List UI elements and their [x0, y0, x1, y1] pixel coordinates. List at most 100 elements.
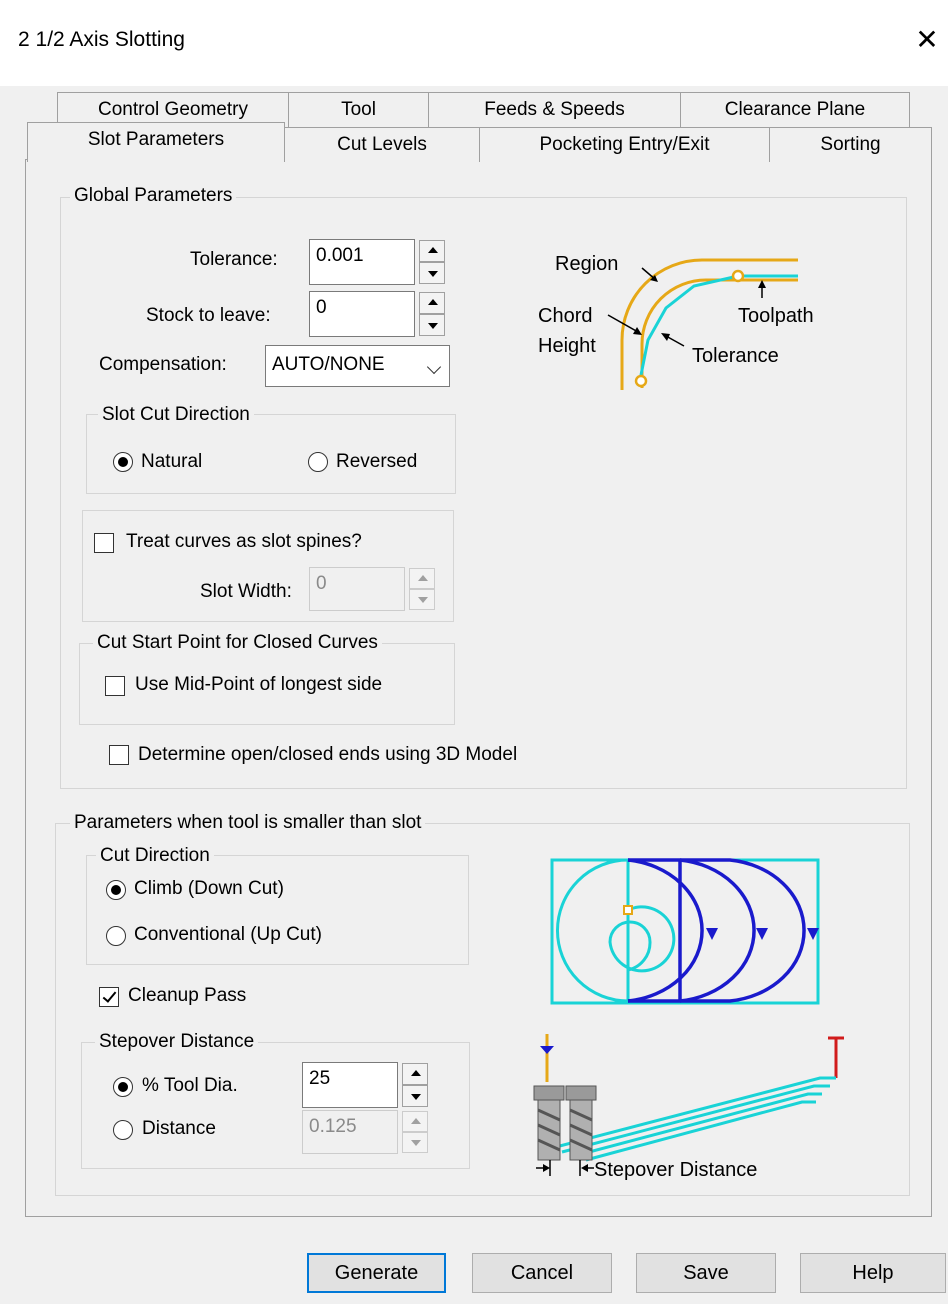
distance-label: Distance	[142, 1118, 216, 1139]
tolerance-arrow	[665, 335, 685, 347]
spin-down-button[interactable]	[402, 1085, 428, 1107]
tab-label: Control Geometry	[98, 99, 248, 120]
path-loop-1	[627, 858, 704, 1003]
start-point-marker	[623, 905, 633, 915]
climb-radio[interactable]	[106, 880, 126, 900]
tab-tool[interactable]: Tool	[288, 92, 429, 127]
mid-point-checkbox[interactable]	[105, 676, 125, 696]
cleanup-pass-label: Cleanup Pass	[128, 985, 247, 1006]
tab-feeds-speeds[interactable]: Feeds & Speeds	[428, 92, 681, 127]
tolerance-label: Tolerance:	[190, 249, 278, 270]
stepover-legend: Stepover Distance	[95, 1031, 259, 1053]
spin-down-button[interactable]	[419, 262, 445, 284]
chord-arrowhead	[633, 327, 642, 335]
chord-text: Chord	[538, 305, 592, 327]
tab-label: Feeds & Speeds	[484, 99, 625, 120]
stock-to-leave-spinner[interactable]	[419, 292, 445, 336]
close-icon[interactable]: ✕	[912, 22, 942, 58]
cleanup-pass-checkbox[interactable]	[99, 987, 119, 1007]
entry-spiral	[608, 905, 676, 973]
save-button[interactable]: Save	[636, 1253, 776, 1293]
stepover-caption: Stepover Distance	[594, 1159, 757, 1180]
cancel-button[interactable]: Cancel	[472, 1253, 612, 1293]
climb-label: Climb (Down Cut)	[134, 878, 284, 899]
tab-slot-parameters[interactable]: Slot Parameters	[27, 122, 285, 162]
treat-curves-checkbox[interactable]	[94, 533, 114, 553]
tab-clearance-plane[interactable]: Clearance Plane	[680, 92, 910, 127]
natural-label: Natural	[141, 451, 203, 472]
slot-width-spinner[interactable]	[409, 568, 435, 610]
tab-label: Tool	[341, 99, 376, 120]
conventional-radio[interactable]	[106, 926, 126, 946]
tab-sorting[interactable]: Sorting	[769, 127, 932, 162]
tab-label: Pocketing Entry/Exit	[539, 134, 710, 155]
stepover-diagram: Stepover Distance	[533, 1034, 844, 1180]
tool-icon-1	[533, 1085, 565, 1161]
slot-arc	[556, 858, 629, 1003]
stock-to-leave-label: Stock to leave:	[146, 305, 271, 326]
cut-direction-group	[86, 855, 469, 965]
tolerance-text: Tolerance	[692, 345, 779, 367]
distance-input[interactable]: 0.125	[302, 1110, 398, 1154]
mid-point-label: Use Mid-Point of longest side	[135, 674, 383, 695]
tool-approach-arrow	[540, 1046, 554, 1054]
slot-cut-direction-legend: Slot Cut Direction	[98, 404, 254, 426]
tool-dia-input[interactable]: 25	[302, 1062, 398, 1108]
determine-ends-checkbox[interactable]	[109, 745, 129, 765]
conventional-label: Conventional (Up Cut)	[134, 924, 322, 945]
window-title: 2 1/2 Axis Slotting	[18, 28, 185, 51]
cut-direction-legend: Cut Direction	[96, 845, 214, 867]
compensation-value: AUTO/NONE	[272, 354, 385, 375]
spin-up-button[interactable]	[419, 292, 445, 314]
tool-dia-radio[interactable]	[113, 1077, 133, 1097]
toolpath-end-marker	[634, 374, 648, 388]
height-text: Height	[538, 335, 596, 357]
toolpath-start-marker	[731, 269, 745, 283]
toolpath-text: Toolpath	[738, 305, 814, 327]
direction-arrow-2	[756, 928, 768, 940]
tolerance-spinner[interactable]	[419, 240, 445, 284]
tool-icon-2	[565, 1085, 597, 1161]
stepover-right-arrow	[581, 1164, 588, 1172]
tool-dia-spinner[interactable]	[402, 1063, 428, 1107]
tolerance-diagram: Region Toolpath Chord Height Tolerance	[538, 253, 814, 390]
spin-up-button[interactable]	[419, 240, 445, 262]
help-button[interactable]: Help	[800, 1253, 946, 1293]
chevron-down-icon	[426, 359, 442, 375]
compensation-label: Compensation:	[99, 354, 227, 375]
tab-label: Clearance Plane	[724, 99, 866, 120]
treat-curves-label: Treat curves as slot spines?	[126, 531, 362, 552]
tab-label: Sorting	[820, 134, 881, 155]
cut-start-point-legend: Cut Start Point for Closed Curves	[93, 632, 382, 654]
slot-path-diagram	[550, 858, 820, 1005]
generate-button[interactable]: Generate	[307, 1253, 446, 1293]
region-text: Region	[555, 253, 618, 275]
slot-width-label: Slot Width:	[200, 581, 292, 602]
stock-to-leave-input[interactable]: 0	[309, 291, 415, 337]
spin-up-button[interactable]	[402, 1111, 428, 1132]
tab-pocketing-entry-exit[interactable]: Pocketing Entry/Exit	[479, 127, 770, 162]
spin-down-button[interactable]	[402, 1132, 428, 1153]
tolerance-arrowhead	[661, 333, 670, 341]
global-parameters-legend: Global Parameters	[70, 185, 237, 207]
smaller-tool-legend: Parameters when tool is smaller than slo…	[70, 812, 426, 834]
determine-ends-label: Determine open/closed ends using 3D Mode…	[138, 744, 518, 765]
spin-down-button[interactable]	[419, 314, 445, 336]
distance-radio[interactable]	[113, 1120, 133, 1140]
reversed-label: Reversed	[336, 451, 418, 472]
compensation-select[interactable]: AUTO/NONE	[265, 345, 450, 387]
distance-spinner[interactable]	[402, 1111, 428, 1153]
tab-label: Cut Levels	[337, 134, 427, 155]
spin-up-button[interactable]	[402, 1063, 428, 1085]
spin-down-button[interactable]	[409, 589, 435, 610]
tab-cut-levels[interactable]: Cut Levels	[284, 127, 480, 162]
tool-dia-label: % Tool Dia.	[142, 1075, 238, 1096]
tolerance-input[interactable]: 0.001	[309, 239, 415, 285]
direction-arrow-1	[706, 928, 718, 940]
natural-radio[interactable]	[113, 452, 133, 472]
path-loop-3	[678, 858, 806, 1003]
reversed-radio[interactable]	[308, 452, 328, 472]
slot-width-input[interactable]: 0	[309, 567, 405, 611]
spin-up-button[interactable]	[409, 568, 435, 589]
tab-label: Slot Parameters	[87, 129, 225, 150]
